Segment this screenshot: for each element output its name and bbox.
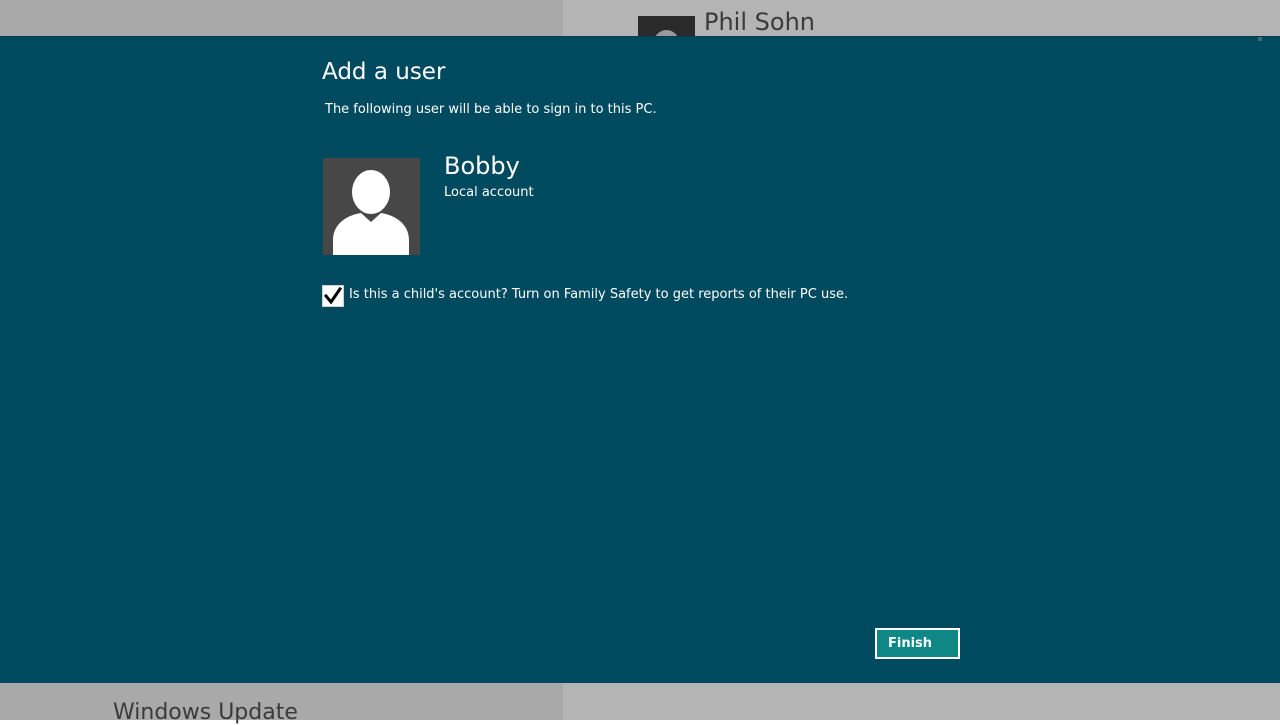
user-silhouette-icon xyxy=(333,170,409,255)
finish-button[interactable]: Finish xyxy=(875,628,960,659)
dialog-corner-mark xyxy=(1258,37,1262,41)
background-settings-item: Windows Update xyxy=(113,700,298,725)
checkmark-icon xyxy=(323,286,343,305)
add-user-dialog: Add a user The following user will be ab… xyxy=(0,36,1280,683)
user-name: Bobby xyxy=(444,152,520,180)
family-safety-label[interactable]: Is this a child's account? Turn on Famil… xyxy=(349,287,848,302)
dialog-title: Add a user xyxy=(322,59,446,85)
dialog-subtitle: The following user will be able to sign … xyxy=(325,102,657,117)
user-avatar xyxy=(323,158,420,255)
background-user-name: Phil Sohn xyxy=(704,8,815,36)
account-type: Local account xyxy=(444,185,534,200)
family-safety-checkbox[interactable] xyxy=(322,285,344,307)
